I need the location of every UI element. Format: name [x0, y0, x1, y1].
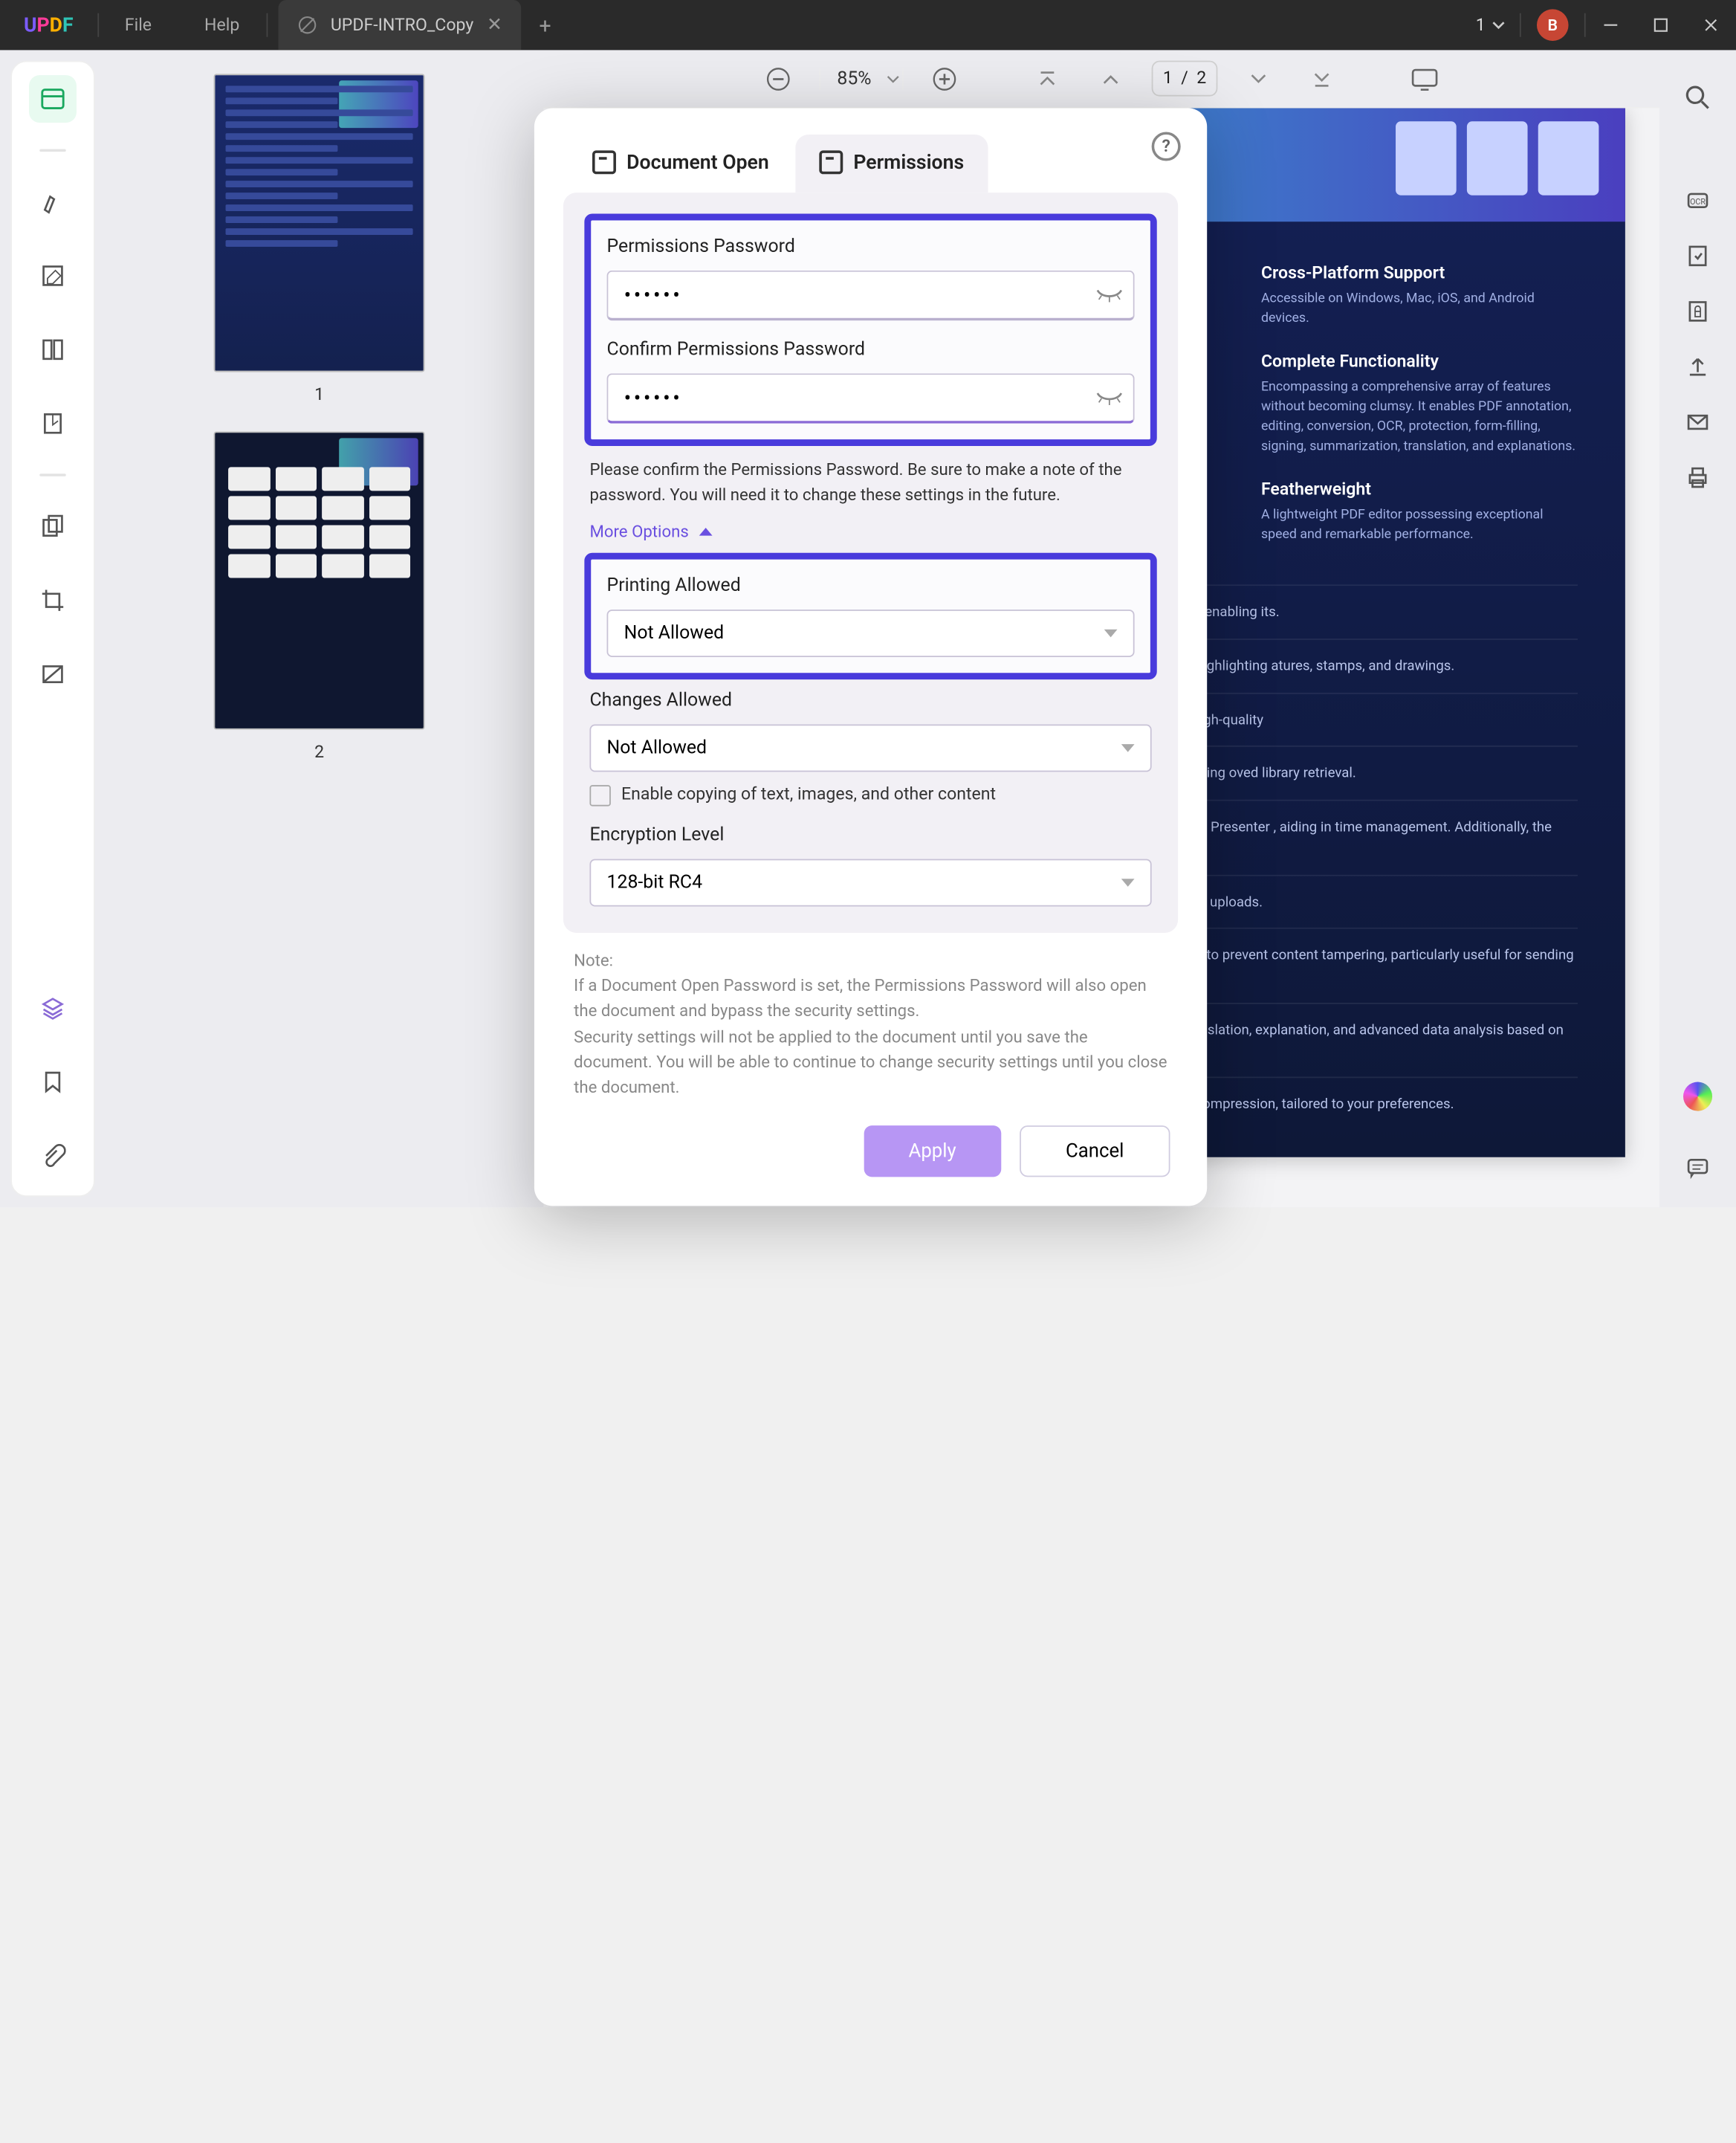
thumbnail-2[interactable]: 2	[121, 431, 517, 763]
thumbnail-image	[214, 74, 425, 372]
permissions-icon	[819, 150, 843, 174]
feature-title: Cross-Platform Support	[1261, 264, 1578, 284]
permissions-password-input[interactable]	[607, 271, 1135, 320]
reveal-password-icon[interactable]	[1095, 285, 1124, 306]
redact-tool-button[interactable]	[29, 650, 77, 698]
feature-title: Featherweight	[1261, 480, 1578, 500]
comment-tool-button[interactable]	[29, 178, 77, 226]
prev-page-button[interactable]	[1088, 56, 1133, 100]
field-label: Changes Allowed	[589, 689, 1151, 710]
titlebar-separator	[1520, 13, 1521, 37]
printing-allowed-select[interactable]: Not Allowed	[607, 609, 1135, 656]
rail-separator	[39, 149, 66, 152]
present-button[interactable]	[1403, 56, 1448, 100]
share-button[interactable]	[1674, 343, 1722, 391]
enable-copy-checkbox[interactable]	[589, 784, 610, 805]
maximize-button[interactable]	[1636, 0, 1685, 50]
note-body: If a Document Open Password is set, the …	[574, 974, 1167, 1102]
thumbnail-image	[214, 431, 425, 729]
viewer-toolbar: 1 / 2	[543, 50, 1659, 108]
thumbnail-number: 1	[121, 385, 517, 405]
bookmarks-button[interactable]	[29, 1058, 77, 1106]
thumbnail-number: 2	[121, 743, 517, 763]
last-page-button[interactable]	[1300, 56, 1344, 100]
encryption-level-select[interactable]: 128-bit RC4	[589, 859, 1151, 906]
logo: UPDF	[0, 13, 97, 37]
reveal-password-icon[interactable]	[1095, 388, 1124, 409]
field-label: Printing Allowed	[607, 575, 1135, 595]
close-button[interactable]	[1686, 0, 1736, 50]
menu-help[interactable]: Help	[178, 15, 266, 35]
zoom-in-button[interactable]	[922, 56, 966, 100]
first-page-button[interactable]	[1024, 56, 1069, 100]
reader-mode-button[interactable]	[29, 75, 77, 123]
titlebar-separator	[266, 13, 268, 37]
email-button[interactable]	[1674, 398, 1722, 446]
feature-desc: A lightweight PDF editor possessing exce…	[1261, 505, 1578, 545]
tab-title: UPDF-INTRO_Copy	[331, 15, 473, 35]
edit-tool-button[interactable]	[29, 252, 77, 300]
checkbox-label: Enable copying of text, images, and othe…	[621, 785, 996, 805]
svg-text:OCR: OCR	[1690, 197, 1706, 207]
menu-file[interactable]: File	[98, 15, 178, 35]
print-button[interactable]	[1674, 454, 1722, 502]
password-hint: Please confirm the Permissions Password.…	[589, 459, 1151, 509]
search-button[interactable]	[1674, 74, 1722, 121]
next-page-button[interactable]	[1237, 56, 1281, 100]
tab-count[interactable]: 1	[1463, 15, 1520, 35]
document-icon	[592, 150, 616, 174]
chevron-down-icon	[1491, 17, 1506, 33]
chevron-down-icon[interactable]	[886, 72, 899, 85]
cancel-button[interactable]: Cancel	[1020, 1125, 1170, 1177]
attachments-button[interactable]	[29, 1132, 77, 1180]
user-avatar[interactable]: B	[1537, 9, 1569, 41]
organize-pages-button[interactable]	[29, 502, 77, 550]
field-label: Confirm Permissions Password	[607, 339, 1135, 360]
tab-close-icon[interactable]: ✕	[487, 15, 502, 36]
dialog-note: Note: If a Document Open Password is set…	[534, 932, 1207, 1102]
tab-count-value: 1	[1476, 15, 1486, 35]
right-rail: OCR	[1659, 50, 1736, 1207]
tab-label: Document Open	[626, 150, 769, 174]
feature-title: Complete Functionality	[1261, 352, 1578, 372]
layers-button[interactable]	[29, 984, 77, 1032]
note-title: Note:	[574, 948, 1167, 973]
apply-button[interactable]: Apply	[864, 1125, 1001, 1177]
crop-tool-button[interactable]	[29, 577, 77, 624]
tab-permissions[interactable]: Permissions	[795, 135, 988, 193]
printing-highlight: Printing Allowed Not Allowed	[584, 552, 1156, 679]
minimize-button[interactable]	[1586, 0, 1636, 50]
ai-button[interactable]	[1674, 1073, 1722, 1120]
caret-up-icon	[699, 528, 713, 536]
thumbnails-panel: 1 2	[95, 50, 544, 1207]
page-indicator[interactable]: 1 / 2	[1151, 61, 1218, 97]
help-chat-button[interactable]	[1674, 1144, 1722, 1192]
protect-button[interactable]	[1674, 288, 1722, 335]
field-label: Permissions Password	[607, 236, 1135, 257]
feature-desc: Accessible on Windows, Mac, iOS, and And…	[1261, 289, 1578, 329]
field-label: Encryption Level	[589, 824, 1151, 845]
tab-document-open[interactable]: Document Open	[569, 135, 793, 193]
left-rail	[10, 61, 95, 1197]
tab-label: Permissions	[853, 150, 964, 174]
dialog-help-button[interactable]: ?	[1152, 132, 1181, 161]
changes-allowed-select[interactable]: Not Allowed	[589, 724, 1151, 772]
ocr-button[interactable]: OCR	[1674, 177, 1722, 224]
convert-button[interactable]	[1674, 232, 1722, 279]
document-tab[interactable]: UPDF-INTRO_Copy ✕	[278, 0, 521, 50]
fill-sign-button[interactable]	[29, 400, 77, 447]
titlebar: UPDF File Help UPDF-INTRO_Copy ✕ + 1 B	[0, 0, 1736, 50]
rail-separator	[39, 473, 66, 476]
confirm-password-input[interactable]	[607, 373, 1135, 423]
thumbnail-1[interactable]: 1	[121, 74, 517, 405]
zoom-out-button[interactable]	[755, 56, 800, 100]
zoom-input[interactable]	[823, 68, 886, 88]
passwords-highlight: Permissions Password Confirm Permissions…	[584, 214, 1156, 446]
unsaved-icon	[297, 15, 317, 36]
more-options-toggle[interactable]: More Options	[589, 522, 712, 542]
security-dialog: ? Document Open Permissions Permissions …	[534, 109, 1207, 1206]
feature-desc: Encompassing a comprehensive array of fe…	[1261, 378, 1578, 457]
new-tab-button[interactable]: +	[521, 13, 570, 38]
page-tool-button[interactable]	[29, 326, 77, 373]
